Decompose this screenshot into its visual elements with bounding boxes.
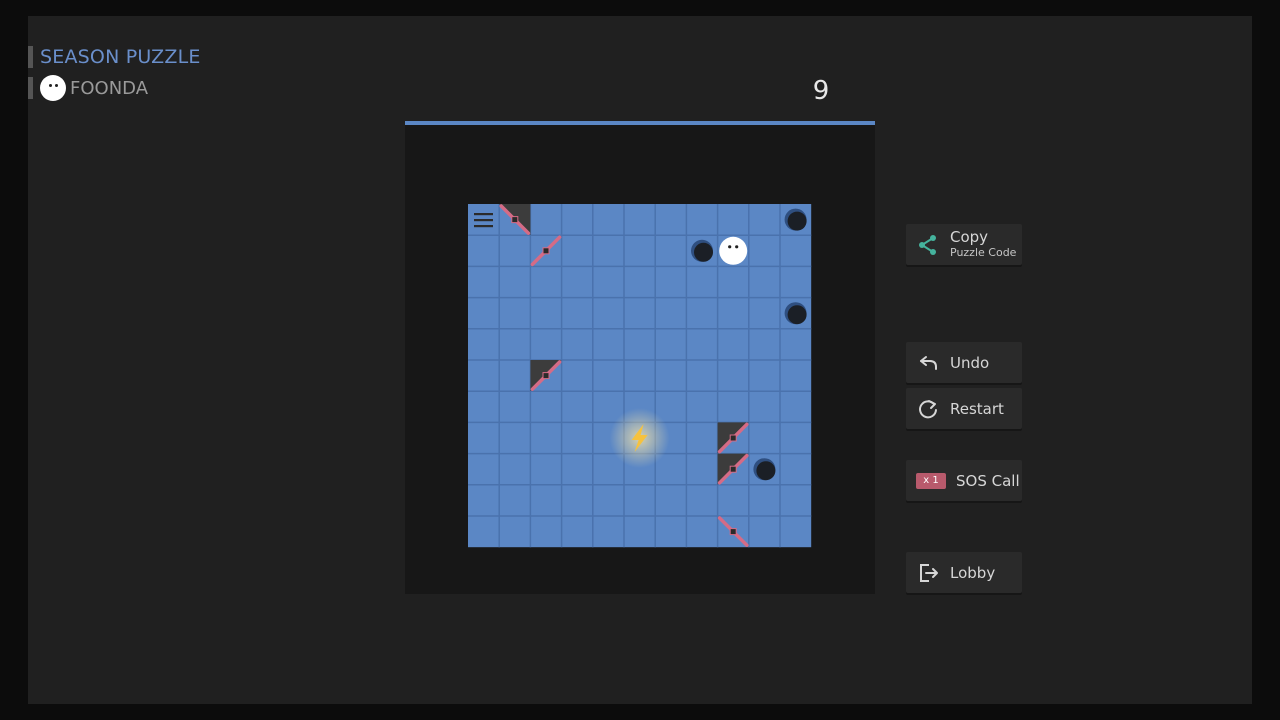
blade-pivot (729, 528, 737, 536)
ball-eye (735, 245, 739, 249)
hole-icon (694, 242, 713, 262)
undo-label: Undo (950, 353, 990, 372)
season-title: SEASON PUZZLE (40, 46, 201, 68)
accent-bar (28, 46, 33, 68)
blade-pivot (511, 216, 519, 224)
restart-label: Restart (950, 399, 1004, 418)
board-panel (405, 121, 875, 594)
sos-ticket-icon: x 1 (916, 472, 946, 489)
ball-icon (719, 236, 748, 265)
player-header: FOONDA (28, 75, 148, 101)
blade-pivot (729, 434, 737, 442)
sos-call-button[interactable]: x 1 SOS Call (906, 460, 1022, 501)
ball-eye (728, 245, 732, 249)
season-header: SEASON PUZZLE (28, 46, 201, 68)
hole-icon (756, 461, 776, 481)
exit-icon (916, 561, 940, 585)
copy-sub-label: Puzzle Code (950, 245, 1017, 259)
copy-puzzle-code-button[interactable]: Copy Puzzle Code (906, 224, 1022, 265)
blade-pivot (542, 372, 550, 380)
lobby-label: Lobby (950, 563, 996, 582)
hole-icon (787, 211, 807, 231)
hole-icon (787, 305, 807, 325)
moves-counter: 9 (812, 76, 830, 106)
copy-label: Copy (950, 227, 989, 246)
player-name: FOONDA (70, 77, 149, 99)
undo-button[interactable]: Undo (906, 342, 1022, 383)
board-surface (468, 204, 812, 548)
sos-label: SOS Call (956, 471, 1020, 490)
blade-pivot (542, 247, 550, 255)
blade-pivot (729, 465, 737, 473)
game-board[interactable] (405, 121, 875, 594)
hamburger-menu-icon[interactable] (474, 213, 493, 228)
player-avatar-icon (40, 75, 66, 101)
accent-bar (28, 77, 33, 99)
restart-button[interactable]: Restart (906, 388, 1022, 429)
restart-icon (916, 397, 940, 421)
lobby-button[interactable]: Lobby (906, 552, 1022, 593)
game-screen: SEASON PUZZLE FOONDA 9 Copy Puzzle Code (28, 16, 1252, 704)
undo-icon (916, 351, 940, 375)
share-icon (916, 233, 940, 257)
